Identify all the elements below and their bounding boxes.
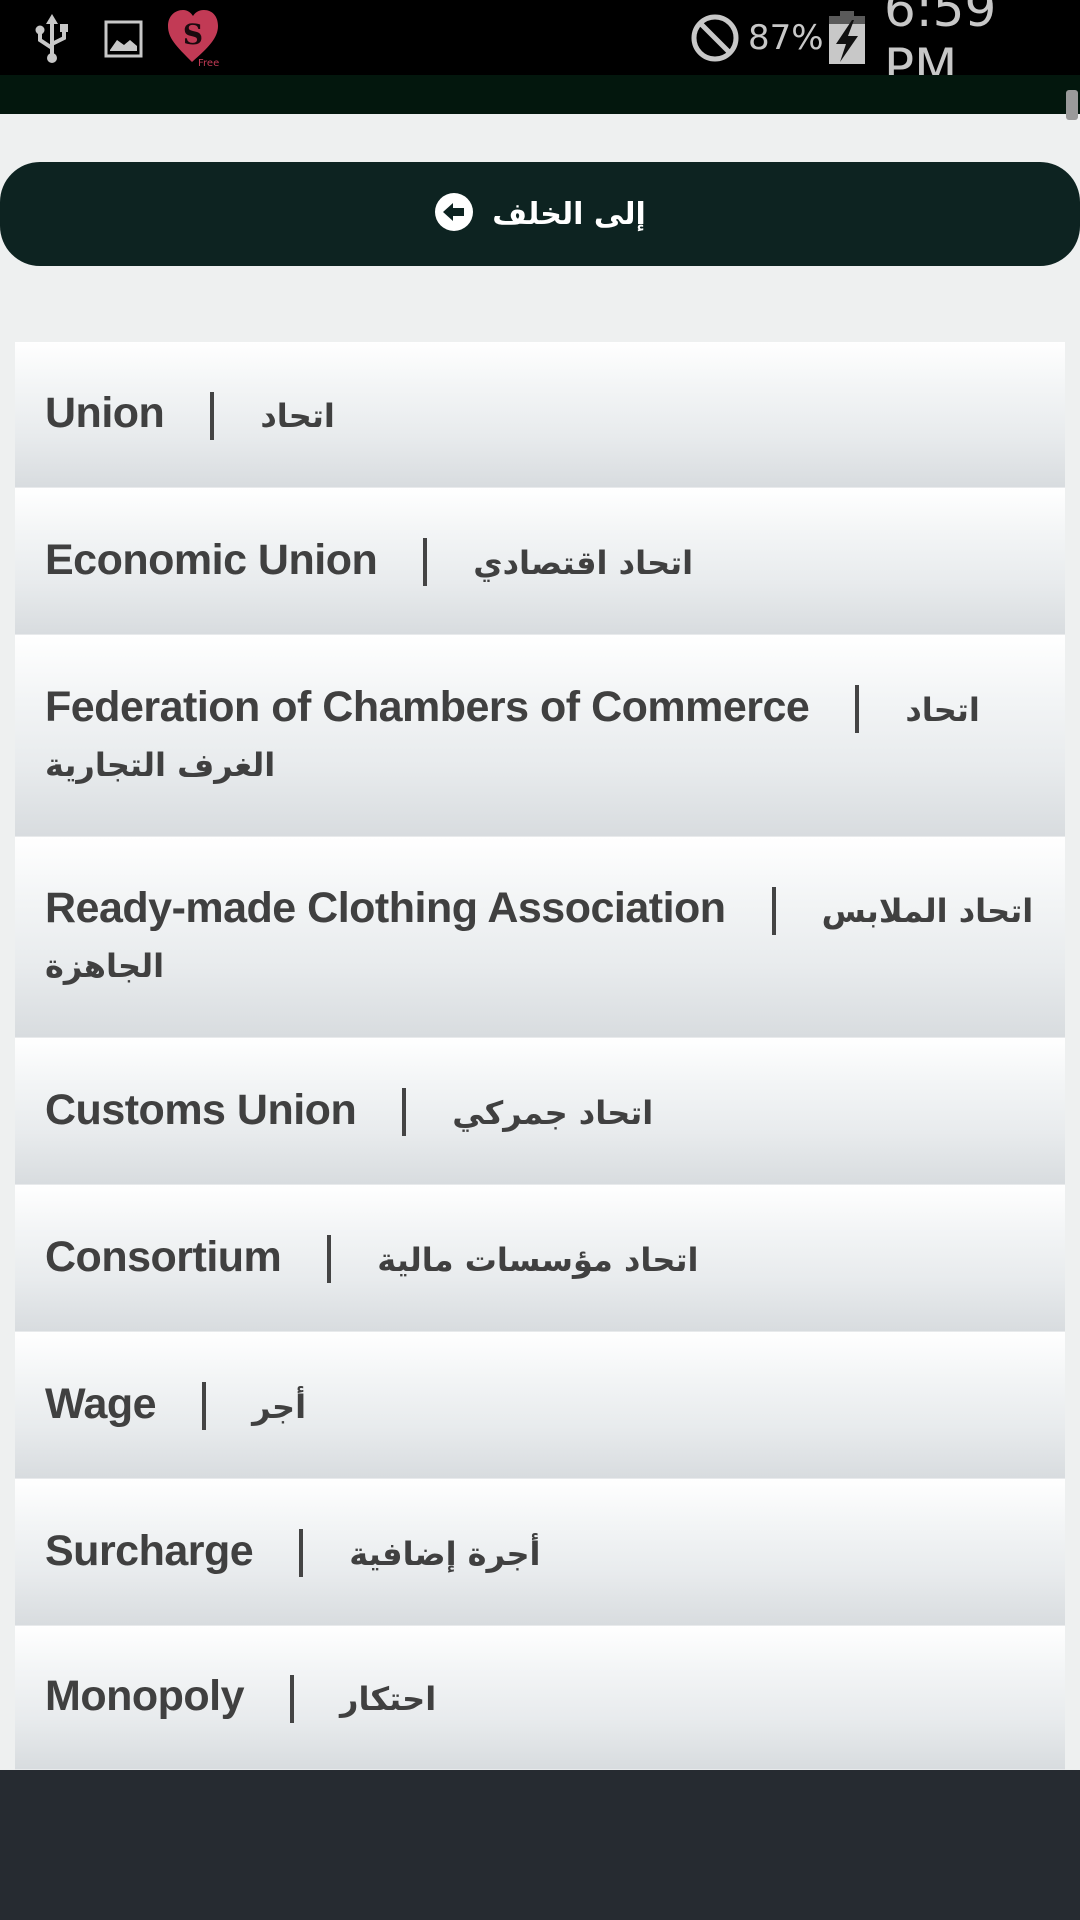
term-arabic: اتحاد: [260, 397, 335, 435]
image-icon: [104, 0, 144, 75]
term-english: Monopoly: [45, 1672, 245, 1720]
list-item[interactable]: Consortium اتحاد مؤسسات مالية: [15, 1185, 1065, 1332]
status-bar: S Free 87% 6:59 PM: [0, 0, 1080, 96]
list-item[interactable]: Surcharge أجرة إضافية: [15, 1479, 1065, 1626]
term-english: Federation of Chambers of Commerce: [45, 682, 810, 731]
term-arabic: أجر: [252, 1387, 307, 1426]
action-bar: [0, 75, 1080, 114]
scrollbar-thumb[interactable]: [1066, 90, 1078, 120]
term-list: Union اتحاد Economic Union اتحاد اقتصادي F…: [15, 342, 1065, 1770]
list-item[interactable]: Union اتحاد: [15, 342, 1065, 488]
list-item[interactable]: Customs Union اتحاد جمركي: [15, 1038, 1065, 1185]
term-english: Economic Union: [45, 535, 378, 584]
ad-banner-area: [0, 1770, 1080, 1920]
separator: [202, 1382, 207, 1431]
term-arabic: أجرة إضافية: [349, 1534, 541, 1573]
usb-icon: [34, 0, 70, 75]
separator: [299, 1529, 304, 1578]
term-english: Wage: [45, 1379, 157, 1428]
list-item[interactable]: Economic Union اتحاد اقتصادي: [15, 488, 1065, 635]
separator: [327, 1235, 332, 1284]
app-badge-text: Free: [198, 58, 219, 69]
term-arabic: احتكار: [340, 1680, 437, 1718]
heart-s-app-icon: S Free: [166, 0, 226, 75]
separator: [855, 685, 860, 734]
term-arabic: اتحاد مؤسسات مالية: [377, 1240, 699, 1279]
separator: [210, 391, 215, 440]
term-english: Customs Union: [45, 1085, 357, 1134]
list-item[interactable]: Wage أجر: [15, 1332, 1065, 1479]
battery-percent: 87%: [748, 17, 824, 58]
term-arabic: اتحاد جمركي: [452, 1093, 654, 1132]
clock-time: 6:59 PM: [884, 0, 997, 96]
separator: [423, 538, 428, 587]
term-english: Surcharge: [45, 1526, 254, 1575]
list-item[interactable]: Federation of Chambers of Commerce اتحاد …: [15, 635, 1065, 837]
separator: [402, 1088, 407, 1137]
term-english: Consortium: [45, 1232, 282, 1281]
app-badge-letter: S: [183, 18, 203, 51]
term-english: Ready-made Clothing Association: [45, 884, 726, 932]
back-button-label: إلى الخلف: [492, 196, 646, 232]
term-english: Union: [45, 389, 165, 437]
separator: [771, 886, 776, 935]
battery-charging-icon: [828, 0, 866, 75]
block-icon: [690, 0, 740, 75]
back-button[interactable]: إلى الخلف: [0, 162, 1080, 266]
arrow-left-circle-icon: [434, 192, 474, 237]
separator: [290, 1674, 295, 1723]
list-item[interactable]: Ready-made Clothing Association اتحاد الم…: [15, 837, 1065, 1038]
list-item[interactable]: Monopoly احتكار: [15, 1626, 1065, 1770]
term-arabic: اتحاد اقتصادي: [473, 543, 694, 582]
